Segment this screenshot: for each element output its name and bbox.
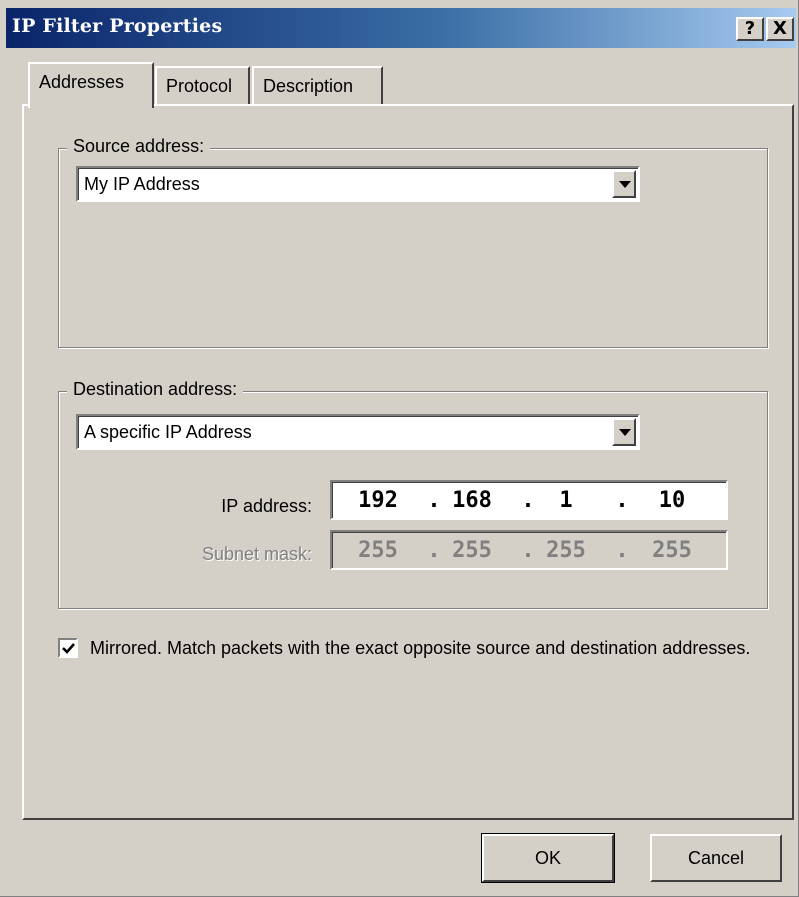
cancel-button[interactable]: Cancel [650, 834, 782, 882]
ip-dot: . [615, 488, 629, 513]
checkmark-icon [62, 643, 75, 654]
destination-dropdown-button[interactable] [612, 418, 636, 446]
tab-addresses[interactable]: Addresses [28, 62, 154, 108]
source-address-dropdown[interactable]: My IP Address [76, 166, 640, 202]
mask-octet-1: 255 [358, 538, 398, 563]
mask-dot: . [615, 538, 629, 563]
destination-address-label: Destination address: [67, 379, 244, 400]
mirrored-checkbox[interactable] [58, 638, 78, 658]
addresses-tab-panel: Source address: My IP Address Destinatio… [22, 104, 794, 820]
chevron-down-icon [619, 181, 631, 188]
help-button[interactable]: ? [736, 17, 764, 41]
tab-protocol[interactable]: Protocol [155, 66, 250, 106]
ip-octet-4[interactable]: 10 [642, 488, 702, 513]
title-bar[interactable]: IP Filter Properties ? X [6, 8, 796, 48]
window-title: IP Filter Properties [12, 15, 223, 37]
destination-address-dropdown[interactable]: A specific IP Address [76, 414, 640, 450]
source-address-label: Source address: [67, 136, 211, 157]
ip-dot: . [427, 488, 441, 513]
ip-octet-2[interactable]: 168 [442, 488, 502, 513]
mask-octet-2: 255 [452, 538, 492, 563]
subnet-mask-label: Subnet mask: [201, 544, 312, 564]
ok-button[interactable]: OK [481, 833, 615, 883]
tab-addresses-label: Addresses [39, 72, 125, 92]
tab-description-label: Description [263, 76, 354, 96]
source-address-value: My IP Address [84, 174, 200, 194]
ip-address-field[interactable]: 192 . 168 . 1 . 10 [330, 480, 728, 520]
tab-protocol-label: Protocol [166, 76, 233, 96]
tab-description[interactable]: Description [252, 66, 383, 106]
mirrored-label[interactable]: Mirrored. Match packets with the exact o… [90, 636, 780, 660]
close-button[interactable]: X [766, 17, 794, 41]
subnet-mask-field: 255 . 255 . 255 . 255 [330, 530, 728, 570]
source-dropdown-button[interactable] [612, 170, 636, 198]
ip-octet-1[interactable]: 192 [348, 488, 408, 513]
destination-address-value: A specific IP Address [84, 422, 252, 442]
mask-octet-4: 255 [652, 538, 692, 563]
chevron-down-icon [619, 429, 631, 436]
ip-filter-properties-dialog: IP Filter Properties ? X Addresses Proto… [0, 0, 799, 897]
mask-octet-3: 255 [546, 538, 586, 563]
mask-dot: . [427, 538, 441, 563]
ip-octet-3[interactable]: 1 [536, 488, 596, 513]
mask-dot: . [521, 538, 535, 563]
ip-address-label: IP address: [221, 496, 312, 516]
ip-dot: . [521, 488, 535, 513]
